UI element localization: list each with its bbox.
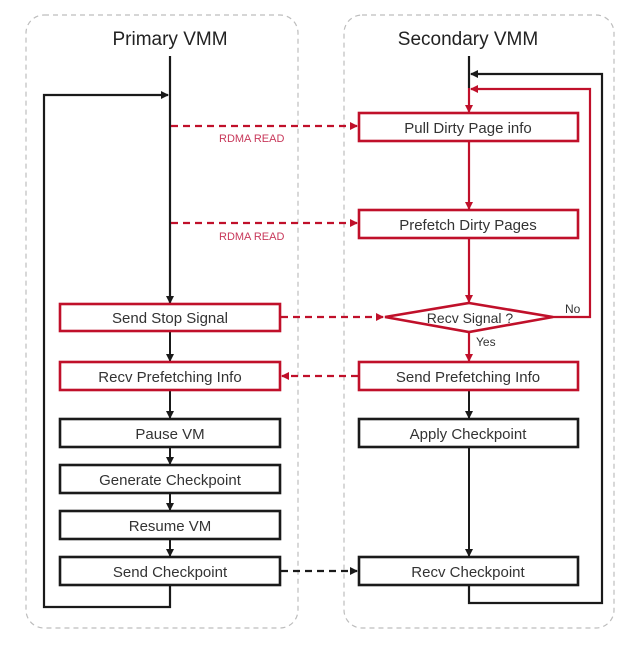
checkpoint-flow-diagram: Primary VMM Secondary VMM Send Stop Sign… — [25, 14, 615, 629]
svg-text:Send Checkpoint: Send Checkpoint — [113, 564, 228, 581]
svg-text:Pause VM: Pause VM — [135, 426, 204, 443]
svg-text:Resume VM: Resume VM — [129, 518, 212, 535]
svg-text:Apply Checkpoint: Apply Checkpoint — [410, 426, 528, 443]
svg-text:Pull Dirty Page info: Pull Dirty Page info — [404, 120, 532, 137]
step-recv-checkpoint: Recv Checkpoint — [357, 555, 580, 587]
step-prefetch-dirty-pages: Prefetch Dirty Pages — [357, 208, 580, 240]
step-pause-vm: Pause VM — [58, 417, 282, 449]
svg-text:Send Prefetching Info: Send Prefetching Info — [396, 369, 540, 386]
secondary-vmm-title: Secondary VMM — [398, 29, 538, 50]
step-recv-prefetching-info: Recv Prefetching Info — [58, 360, 282, 392]
step-pull-dirty-page-info: Pull Dirty Page info — [357, 111, 580, 143]
svg-text:Prefetch Dirty Pages: Prefetch Dirty Pages — [399, 217, 537, 234]
step-send-checkpoint: Send Checkpoint — [58, 555, 282, 587]
svg-text:Recv Prefetching Info: Recv Prefetching Info — [98, 369, 241, 386]
primary-vmm-title: Primary VMM — [112, 29, 227, 50]
step-send-prefetching-info: Send Prefetching Info — [357, 360, 580, 392]
label-yes: Yes — [476, 335, 496, 349]
label-no: No — [565, 302, 581, 316]
svg-text:Recv Checkpoint: Recv Checkpoint — [411, 564, 525, 581]
rdma-read-label-2: RDMA READ — [219, 231, 284, 243]
step-resume-vm: Resume VM — [58, 509, 282, 541]
step-send-stop-signal: Send Stop Signal — [58, 302, 282, 333]
svg-text:Recv Signal ?: Recv Signal ? — [427, 310, 514, 326]
step-generate-checkpoint: Generate Checkpoint — [58, 463, 282, 495]
rdma-read-label-1: RDMA READ — [219, 133, 284, 145]
step-apply-checkpoint: Apply Checkpoint — [357, 417, 580, 449]
svg-text:Send Stop Signal: Send Stop Signal — [112, 310, 228, 327]
svg-text:Generate Checkpoint: Generate Checkpoint — [99, 472, 242, 489]
decision-recv-signal: Recv Signal ? — [384, 301, 554, 334]
